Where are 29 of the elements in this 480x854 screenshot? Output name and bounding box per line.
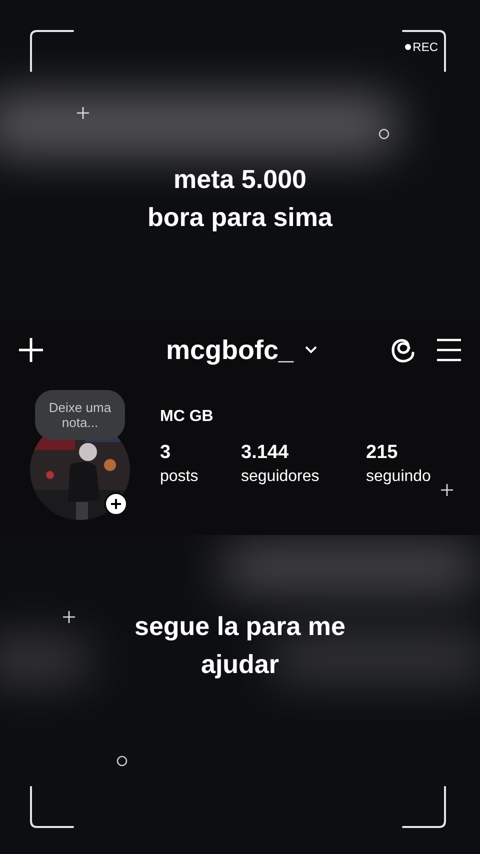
account-switcher[interactable]: mcgbofc_ bbox=[166, 330, 318, 370]
rec-label: REC bbox=[412, 39, 438, 56]
crosshair-icon bbox=[440, 483, 454, 497]
frame-corner-icon bbox=[29, 29, 75, 73]
at-sign-icon bbox=[390, 336, 416, 364]
chevron-down-icon bbox=[304, 345, 318, 355]
caption-text: segue la para me ajudar bbox=[134, 610, 346, 681]
stat-value: 3.144 bbox=[241, 441, 289, 465]
caption-text: meta 5.000 bbox=[174, 163, 306, 196]
add-story-button[interactable] bbox=[104, 492, 128, 516]
stat-label: seguindo bbox=[366, 467, 431, 487]
frame-corner-icon bbox=[401, 785, 447, 829]
plus-icon bbox=[110, 498, 122, 510]
stat-value: 3 bbox=[160, 441, 171, 465]
circle-icon bbox=[116, 755, 128, 767]
caption-text: bora para sima bbox=[148, 201, 332, 234]
plus-icon bbox=[17, 336, 45, 364]
stat-value: 215 bbox=[366, 441, 398, 465]
frame-corner-icon bbox=[29, 785, 75, 829]
stat-label: seguidores bbox=[241, 467, 320, 487]
crosshair-icon bbox=[76, 106, 90, 120]
stat-label: posts bbox=[160, 467, 198, 487]
note-bubble[interactable]: Deixe uma nota... bbox=[35, 390, 125, 440]
frame-corner-icon bbox=[401, 29, 447, 73]
circle-icon bbox=[378, 128, 390, 140]
add-button[interactable] bbox=[16, 335, 46, 365]
display-name: MC GB bbox=[160, 407, 214, 427]
crosshair-icon bbox=[62, 610, 76, 624]
menu-icon bbox=[436, 338, 462, 362]
